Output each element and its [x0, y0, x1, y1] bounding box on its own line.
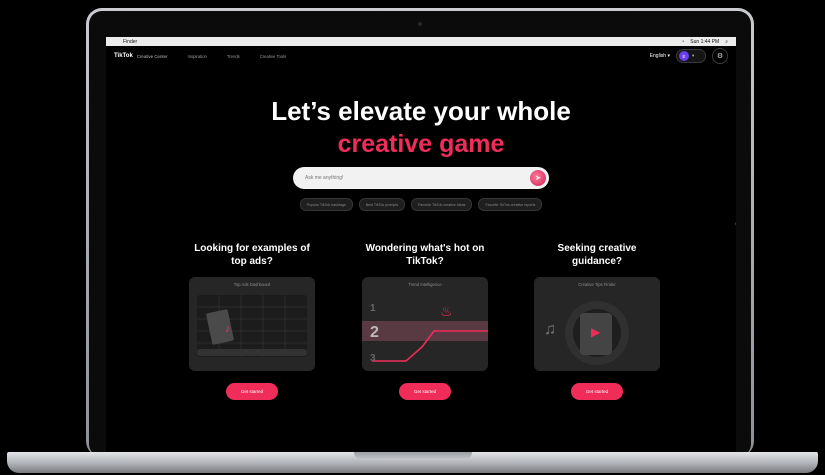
tiktok-logo[interactable]: TikTok: [114, 53, 133, 59]
menubar-app-name[interactable]: Finder: [123, 39, 137, 45]
card-title-line: Looking for examples of: [194, 243, 310, 254]
nav-link-trends[interactable]: Trends: [227, 54, 240, 59]
search-button[interactable]: ➤: [530, 170, 546, 186]
gear-icon[interactable]: ⚙: [712, 48, 728, 64]
webcam: [418, 22, 422, 26]
trackpad-notch: [353, 452, 472, 460]
menubar-status-area: ◔ Sun 1:44 PM ⌕: [681, 39, 728, 45]
card-title-line: top ads?: [231, 256, 273, 267]
language-selector[interactable]: English ▾: [650, 53, 670, 59]
card-title-line: guidance?: [571, 256, 622, 267]
card-title-line: Wondering what's hot on: [365, 243, 485, 254]
card-title-line: TikTok?: [406, 256, 444, 267]
suggestion-chip[interactable]: Best TikTok prompts: [358, 198, 406, 211]
creative-tips-finder-tile[interactable]: Creative Tips Finder ♫ ▶: [534, 277, 660, 371]
search-bar[interactable]: ➤: [293, 167, 549, 189]
site-header: TikTok Creative Center Inspiration Trend…: [106, 46, 736, 66]
play-icon: ▶: [591, 325, 601, 339]
mouse-cursor-icon: [732, 220, 736, 234]
chevron-down-icon: ▾: [692, 53, 695, 58]
menubar-clock[interactable]: Sun 1:44 PM: [690, 39, 719, 45]
suggestion-chip[interactable]: Favorite TikTok creative reports: [478, 198, 543, 211]
account-menu-button[interactable]: E ▾: [676, 49, 706, 63]
nav-link-inspiration[interactable]: Inspiration: [188, 54, 207, 59]
top-ads-illustration: [197, 295, 307, 357]
get-started-button-creative-tips[interactable]: Get started: [571, 383, 623, 400]
tiktok-note-icon: ♪: [225, 323, 231, 335]
screen: Finder ◔ Sun 1:44 PM ⌕ TikTok Creative C…: [106, 37, 736, 454]
wifi-icon[interactable]: ◔: [681, 39, 684, 45]
logo-subtitle[interactable]: Creative Center: [137, 54, 168, 59]
trend-intelligence-tile[interactable]: Trend Intelligence 1 2 3 ♨: [362, 277, 488, 371]
get-started-button-trends[interactable]: Get started: [399, 383, 451, 400]
spotlight-icon[interactable]: ⌕: [725, 39, 728, 45]
feature-cards: Looking for examples of top ads? Top Ads…: [106, 242, 736, 412]
hero-title: Let’s elevate your whole: [271, 96, 571, 126]
language-label: English: [649, 53, 667, 59]
suggestion-chips: Popular TikTok hashtags Best TikTok prom…: [106, 198, 736, 211]
card-title-line: Seeking creative: [557, 243, 637, 254]
get-started-button-top-ads[interactable]: Get started: [226, 383, 278, 400]
rank-number: 3: [370, 353, 376, 364]
top-ads-dashboard-tile[interactable]: Top Ads Dashboard ♪: [189, 277, 315, 371]
suggestion-chip[interactable]: Popular TikTok hashtags: [299, 198, 353, 211]
music-note-icon: ♫: [544, 321, 556, 338]
search-input[interactable]: [303, 174, 530, 182]
laptop-base: [7, 452, 818, 473]
mac-menubar: Finder ◔ Sun 1:44 PM ⌕: [106, 37, 736, 46]
rank-number: 2: [370, 324, 379, 341]
flame-icon: ♨: [440, 303, 453, 319]
card-title-trends: Wondering what's hot on TikTok?: [355, 242, 495, 268]
hero-title-accent: creative game: [337, 130, 505, 158]
suggestion-chip[interactable]: Favorite TikTok creative ideas: [411, 198, 473, 211]
trend-chart-illustration: [362, 321, 488, 362]
card-title-creative-guidance: Seeking creative guidance?: [527, 242, 667, 268]
nav-link-creative-tools[interactable]: Creative Tools: [260, 54, 286, 59]
rank-number: 1: [370, 303, 376, 314]
laptop-bezel: Finder ◔ Sun 1:44 PM ⌕ TikTok Creative C…: [89, 11, 751, 457]
nav-right: English ▾ E ▾ ⚙: [650, 48, 728, 64]
card-title-top-ads: Looking for examples of top ads?: [182, 242, 322, 268]
laptop-lid: Finder ◔ Sun 1:44 PM ⌕ TikTok Creative C…: [86, 8, 754, 457]
avatar: E: [679, 51, 689, 61]
